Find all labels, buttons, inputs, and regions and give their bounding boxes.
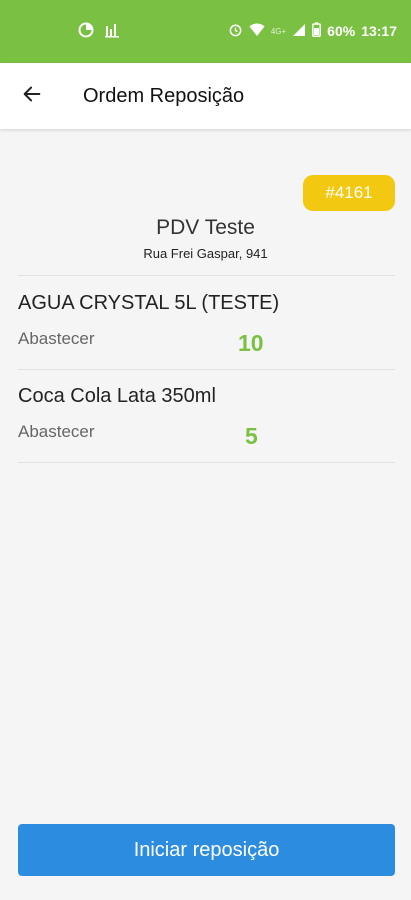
pdv-address: Rua Frei Gaspar, 941 (143, 246, 268, 261)
list-item: AGUA CRYSTAL 5L (TESTE) Abastecer 10 (18, 292, 395, 362)
start-replenishment-button[interactable]: Iniciar reposição (18, 824, 395, 876)
network-type-label: 4G+ (270, 26, 287, 36)
divider (18, 462, 395, 463)
status-right-icons: 4G+ 60% 13:17 (228, 22, 397, 40)
page-title: Ordem Reposição (83, 85, 245, 107)
divider (18, 275, 395, 276)
order-number-badge: #4161 (303, 175, 395, 211)
battery-icon (312, 22, 322, 40)
data-saver-icon (78, 22, 94, 43)
bar-chart-icon (104, 22, 120, 43)
signal-icon (292, 23, 306, 40)
item-name: AGUA CRYSTAL 5L (TESTE) (18, 292, 280, 314)
alarm-icon (228, 22, 243, 40)
divider (18, 369, 395, 370)
status-bar: 4G+ 60% 13:17 (0, 0, 411, 63)
list-item: Coca Cola Lata 350ml Abastecer 5 (18, 385, 395, 455)
status-time: 13:17 (361, 23, 397, 39)
arrow-left-icon (21, 83, 43, 110)
item-name: Coca Cola Lata 350ml (18, 385, 216, 407)
battery-percent: 60% (327, 23, 356, 39)
item-quantity: 5 (245, 423, 258, 449)
wifi-icon (249, 23, 265, 40)
status-left-icons (78, 22, 120, 43)
item-action: Abastecer (18, 329, 95, 348)
app-bar: Ordem Reposição (0, 63, 411, 129)
back-button[interactable] (16, 80, 48, 112)
pdv-name: PDV Teste (156, 216, 255, 239)
item-quantity: 10 (238, 330, 264, 356)
item-action: Abastecer (18, 422, 95, 441)
